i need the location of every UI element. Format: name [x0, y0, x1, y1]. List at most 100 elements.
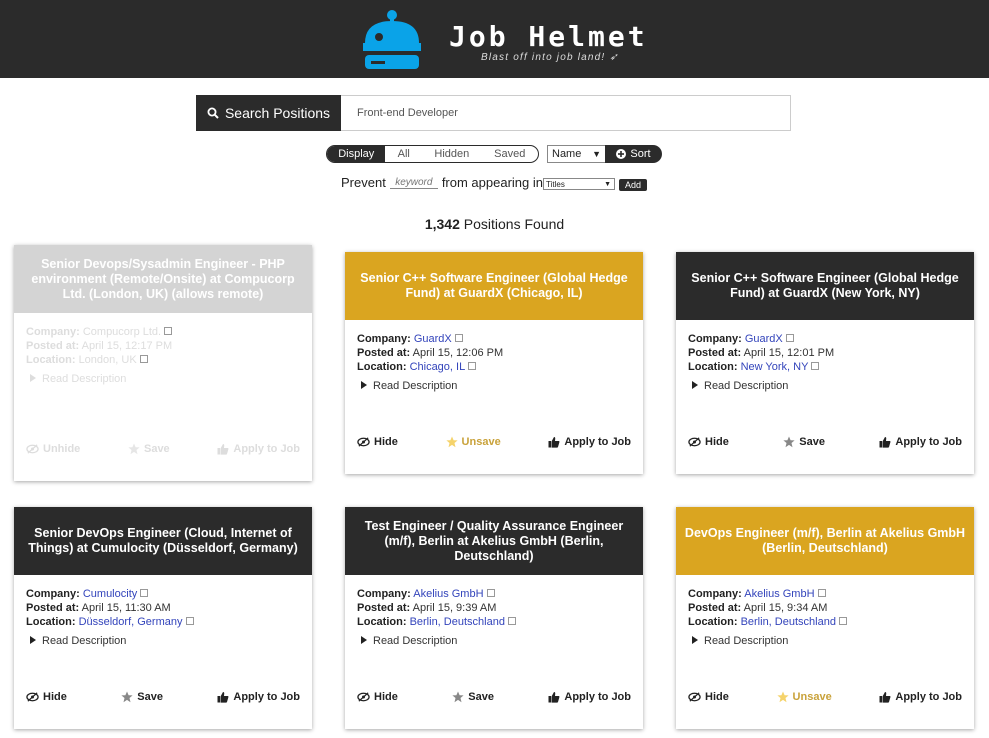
save-button[interactable]: Save	[783, 436, 825, 448]
job-title[interactable]: Senior C++ Software Engineer (Global Hed…	[676, 252, 974, 320]
read-description-toggle[interactable]: Read Description	[357, 379, 631, 393]
hide-button[interactable]: Hide	[688, 691, 729, 703]
posted-label: Posted at:	[26, 602, 80, 614]
save-button[interactable]: Save	[128, 443, 170, 455]
save-button-label: Save	[143, 443, 170, 455]
read-description-toggle[interactable]: Read Description	[688, 634, 962, 648]
posted-value: April 15, 12:17 PM	[81, 340, 173, 352]
posted-value: April 15, 9:39 AM	[412, 602, 497, 614]
tab-hidden[interactable]: Hidden	[422, 146, 481, 162]
search-icon	[207, 107, 219, 119]
sort-button-label: Sort	[630, 148, 651, 160]
save-button[interactable]: Unsave	[776, 691, 832, 703]
job-title[interactable]: Senior Devops/Sysadmin Engineer - PHP en…	[14, 245, 312, 313]
apply-button[interactable]: Apply to Job	[879, 691, 962, 703]
company-link[interactable]: Cumulocity	[83, 588, 137, 600]
posted-label: Posted at:	[26, 340, 80, 352]
read-description-toggle[interactable]: Read Description	[26, 372, 300, 386]
star-icon	[128, 443, 140, 455]
read-description-toggle[interactable]: Read Description	[688, 379, 962, 393]
company-label: Company:	[26, 588, 80, 600]
sort-button[interactable]: Sort	[605, 145, 662, 163]
job-actions: Unhide Save Apply to Job	[14, 443, 312, 455]
add-keyword-button[interactable]: Add	[619, 179, 647, 191]
save-button-label: Save	[468, 691, 494, 703]
job-actions: Hide Save Apply to Job	[676, 436, 974, 448]
keyword-input[interactable]	[389, 176, 438, 189]
rocket-icon: ➶	[609, 52, 619, 63]
location-link[interactable]: London, UK	[79, 354, 137, 366]
brand-title: Job Helmet	[449, 20, 648, 53]
location-link[interactable]: Düsseldorf, Germany	[79, 616, 183, 628]
apply-button[interactable]: Apply to Job	[217, 691, 300, 703]
app-header: Job Helmet Blast off into job land! ➶	[0, 0, 989, 78]
company-link[interactable]: GuardX	[414, 333, 452, 345]
apply-button[interactable]: Apply to Job	[548, 436, 631, 448]
location-link[interactable]: Berlin, Deutschland	[741, 616, 836, 628]
location-row: Location: Berlin, Deutschland	[688, 615, 962, 629]
hide-button[interactable]: Hide	[26, 691, 67, 703]
save-button-label: Save	[799, 436, 825, 448]
save-button-label: Save	[137, 691, 163, 703]
plus-circle-icon	[616, 149, 627, 159]
star-icon	[121, 691, 133, 703]
job-title[interactable]: Senior DevOps Engineer (Cloud, Internet …	[14, 507, 312, 575]
job-actions: Hide Unsave Apply to Job	[345, 436, 643, 448]
posted-row: Posted at: April 15, 9:39 AM	[357, 601, 631, 615]
job-card: DevOps Engineer (m/f), Berlin at Akelius…	[676, 507, 974, 729]
apply-button-label: Apply to Job	[564, 691, 631, 703]
location-link[interactable]: Berlin, Deutschland	[410, 616, 505, 628]
posted-value: April 15, 12:06 PM	[412, 347, 504, 359]
posted-row: Posted at: April 15, 9:34 AM	[688, 601, 962, 615]
hide-button[interactable]: Unhide	[26, 443, 80, 455]
thumbs-up-icon	[879, 437, 891, 448]
company-link[interactable]: GuardX	[745, 333, 783, 345]
apply-button[interactable]: Apply to Job	[548, 691, 631, 703]
job-card: Test Engineer / Quality Assurance Engine…	[345, 507, 643, 729]
apply-button[interactable]: Apply to Job	[879, 436, 962, 448]
apply-button-label: Apply to Job	[233, 691, 300, 703]
read-description-label: Read Description	[704, 635, 789, 647]
search-input[interactable]	[341, 95, 791, 131]
eye-slash-icon	[26, 692, 39, 702]
read-description-toggle[interactable]: Read Description	[26, 634, 300, 648]
tab-all[interactable]: All	[385, 146, 422, 162]
save-button[interactable]: Save	[452, 691, 494, 703]
brand-tagline: Blast off into job land! ➶	[481, 52, 619, 63]
sort-field-select[interactable]: Name ▼	[547, 145, 606, 163]
read-description-label: Read Description	[373, 380, 458, 392]
prevent-scope-select[interactable]: Titles ▼	[543, 178, 615, 190]
external-link-icon	[838, 617, 847, 625]
prevent-scope-value: Titles	[546, 179, 565, 189]
location-link[interactable]: Chicago, IL	[410, 361, 466, 373]
job-title[interactable]: DevOps Engineer (m/f), Berlin at Akelius…	[676, 507, 974, 575]
hide-button[interactable]: Hide	[357, 436, 398, 448]
company-row: Company: GuardX	[688, 332, 962, 346]
posted-row: Posted at: April 15, 11:30 AM	[26, 601, 300, 615]
save-button[interactable]: Unsave	[445, 436, 501, 448]
job-title[interactable]: Test Engineer / Quality Assurance Engine…	[345, 507, 643, 575]
job-details: Company: Akelius GmbH Posted at: April 15…	[345, 575, 643, 648]
job-title[interactable]: Senior C++ Software Engineer (Global Hed…	[345, 252, 643, 320]
positions-count-suffix: Positions Found	[463, 216, 565, 232]
prevent-middle-text: from appearing in	[441, 175, 543, 190]
company-row: Company: Cumulocity	[26, 587, 300, 601]
tab-display[interactable]: Display	[327, 146, 386, 162]
read-description-toggle[interactable]: Read Description	[357, 634, 631, 648]
hide-button[interactable]: Hide	[688, 436, 729, 448]
company-link[interactable]: Akelius GmbH	[744, 588, 814, 600]
tab-saved[interactable]: Saved	[482, 146, 538, 162]
search-positions-button[interactable]: Search Positions	[196, 95, 341, 131]
location-row: Location: London, UK	[26, 353, 300, 367]
prevent-prefix: Prevent	[341, 175, 386, 190]
location-link[interactable]: New York, NY	[741, 361, 809, 373]
apply-button[interactable]: Apply to Job	[217, 443, 300, 455]
company-link[interactable]: Akelius GmbH	[413, 588, 483, 600]
star-icon	[445, 436, 458, 448]
company-link[interactable]: Compucorp Ltd.	[83, 326, 161, 338]
hide-button[interactable]: Hide	[357, 691, 398, 703]
posted-label: Posted at:	[688, 347, 742, 359]
save-button[interactable]: Save	[121, 691, 163, 703]
thumbs-up-icon	[217, 444, 229, 455]
dropdown-arrow-icon: ▼	[604, 180, 611, 188]
